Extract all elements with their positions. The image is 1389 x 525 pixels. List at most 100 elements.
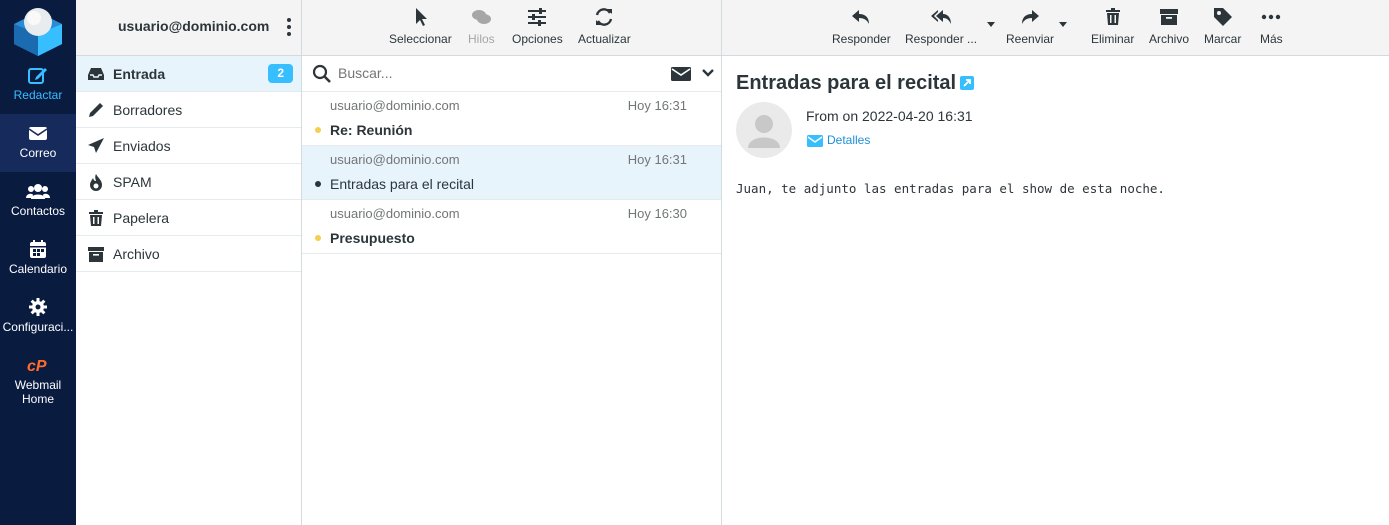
- message-row[interactable]: usuario@dominio.com Hoy 16:31 Entradas p…: [302, 146, 721, 200]
- chevron-down-icon[interactable]: [701, 66, 715, 80]
- folder-trash[interactable]: Papelera: [76, 200, 301, 236]
- compose-icon: [28, 68, 47, 84]
- reply-button[interactable]: Responder: [832, 6, 891, 46]
- more-button[interactable]: Más: [1260, 6, 1283, 46]
- unread-dot-icon[interactable]: [315, 127, 321, 133]
- folder-label: SPAM: [113, 174, 152, 190]
- folder-label: Borradores: [113, 102, 183, 118]
- nav-contacts-label: Contactos: [10, 204, 66, 218]
- trash-icon: [1105, 8, 1120, 25]
- cpanel-icon: cP: [27, 358, 47, 375]
- folder-drafts[interactable]: Borradores: [76, 92, 301, 128]
- details-link[interactable]: Detalles: [807, 133, 870, 147]
- nav-settings[interactable]: Configuraci...: [0, 288, 76, 346]
- pencil-icon: [89, 103, 103, 117]
- select-button[interactable]: Seleccionar: [389, 6, 452, 46]
- refresh-button[interactable]: Actualizar: [578, 6, 631, 46]
- search-icon: [312, 64, 331, 83]
- envelope-icon[interactable]: [671, 66, 691, 82]
- nav-calendar[interactable]: Calendario: [0, 230, 76, 288]
- folder-inbox[interactable]: Entrada 2: [76, 56, 301, 92]
- delete-label: Eliminar: [1091, 32, 1135, 46]
- folder-panel: usuario@dominio.com Entrada 2 Borradores…: [76, 0, 302, 525]
- folder-archive[interactable]: Archivo: [76, 236, 301, 272]
- nav-mail[interactable]: Correo: [0, 114, 76, 172]
- archive-box-icon: [1160, 9, 1178, 25]
- message-list-panel: Seleccionar Hilos Opciones Actualizar Bu…: [302, 0, 722, 525]
- details-label: Detalles: [827, 133, 871, 147]
- reply-label: Responder: [832, 32, 891, 46]
- svg-text:cP: cP: [27, 358, 47, 375]
- nav-webmail-home-label-1: Webmail: [14, 378, 62, 392]
- search-bar: [302, 56, 721, 92]
- folder-panel-header: usuario@dominio.com: [76, 0, 301, 56]
- gear-icon: [29, 298, 47, 316]
- message-subject: Presupuesto: [330, 230, 415, 246]
- inbox-icon: [88, 68, 104, 80]
- nav-webmail-home-label-2: Home: [21, 392, 54, 406]
- message-row[interactable]: usuario@dominio.com Hoy 16:31 Re: Reunió…: [302, 92, 721, 146]
- unread-dot-icon[interactable]: [315, 235, 321, 241]
- more-horizontal-icon: [1262, 14, 1281, 20]
- external-link-icon[interactable]: [960, 76, 974, 90]
- preview-toolbar: Responder Responder ... Reenviar Elimina…: [722, 0, 1389, 56]
- archive-button[interactable]: Archivo: [1149, 6, 1189, 46]
- message-date: Hoy 16:31: [627, 98, 687, 113]
- reply-all-dropdown-icon[interactable]: [987, 22, 995, 27]
- reply-all-button[interactable]: Responder ...: [905, 6, 977, 46]
- options-button[interactable]: Opciones: [512, 6, 563, 46]
- forward-label: Reenviar: [1006, 32, 1055, 46]
- folder-label: Papelera: [113, 210, 170, 226]
- folder-sent[interactable]: Enviados: [76, 128, 301, 164]
- nav-calendar-label: Calendario: [8, 262, 68, 276]
- nav-compose-label: Redactar: [13, 88, 63, 102]
- roundcube-logo[interactable]: [10, 4, 66, 56]
- message-body: Juan, te adjunto las entradas para el sh…: [736, 181, 1165, 196]
- message-subject: Re: Reunión: [330, 122, 413, 138]
- nav-settings-label: Configuraci...: [2, 320, 74, 334]
- cursor-icon: [416, 8, 428, 26]
- nav-contacts[interactable]: Contactos: [0, 172, 76, 230]
- message-date: Hoy 16:31: [627, 152, 687, 167]
- reply-icon: [852, 10, 870, 24]
- message-row[interactable]: usuario@dominio.com Hoy 16:30 Presupuest…: [302, 200, 721, 254]
- forward-button[interactable]: Reenviar: [1006, 6, 1054, 46]
- threads-label: Hilos: [468, 32, 495, 46]
- forward-icon: [1022, 10, 1040, 24]
- forward-dropdown-icon[interactable]: [1059, 22, 1067, 27]
- search-input[interactable]: [338, 62, 638, 84]
- threads-button[interactable]: Hilos: [468, 6, 495, 46]
- fire-icon: [90, 174, 102, 191]
- envelope-icon: [28, 127, 48, 140]
- sliders-icon: [528, 8, 547, 26]
- nav-webmail-home[interactable]: cP Webmail Home: [0, 346, 76, 416]
- nav-mail-label: Correo: [19, 146, 57, 160]
- calendar-icon: [30, 240, 46, 258]
- reply-all-label: Responder ...: [905, 32, 978, 46]
- message-from: usuario@dominio.com: [330, 98, 460, 113]
- message-subject-title: Entradas para el recital: [736, 72, 957, 94]
- refresh-label: Actualizar: [578, 32, 631, 46]
- folder-label: Archivo: [113, 246, 160, 262]
- archive-label: Archivo: [1149, 32, 1190, 46]
- tag-icon: [1213, 8, 1232, 26]
- nav-compose[interactable]: Redactar: [0, 56, 76, 114]
- comments-icon: [472, 10, 492, 24]
- mark-button[interactable]: Marcar: [1204, 6, 1241, 46]
- delete-button[interactable]: Eliminar: [1091, 6, 1134, 46]
- archive-box-icon: [88, 247, 104, 262]
- more-label: Más: [1260, 32, 1283, 46]
- more-vertical-icon[interactable]: [285, 16, 293, 38]
- sender-avatar: [736, 102, 792, 158]
- paper-plane-icon: [88, 138, 104, 153]
- trash-icon: [89, 210, 103, 226]
- unread-count-badge: 2: [268, 64, 293, 83]
- folder-spam[interactable]: SPAM: [76, 164, 301, 200]
- account-name: usuario@dominio.com: [118, 18, 270, 34]
- app-nav: Redactar Correo Contactos Calendario Con…: [0, 0, 76, 525]
- user-icon: [748, 115, 780, 148]
- message-header-line: From on 2022-04-20 16:31: [806, 108, 973, 124]
- options-label: Opciones: [512, 32, 563, 46]
- message-from: usuario@dominio.com: [330, 152, 460, 167]
- read-dot-icon[interactable]: [315, 181, 321, 187]
